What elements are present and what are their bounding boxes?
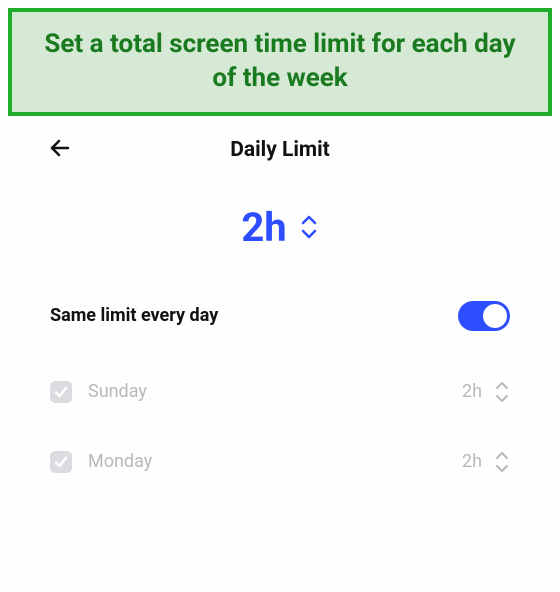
callout-text: Set a total screen time limit for each d… bbox=[44, 29, 515, 93]
day-label: Sunday bbox=[88, 381, 462, 402]
daily-limit-picker[interactable]: 2h bbox=[48, 204, 512, 251]
day-row-monday: Monday 2h bbox=[48, 427, 512, 497]
day-value: 2h bbox=[462, 451, 482, 472]
check-icon bbox=[54, 385, 68, 399]
day-label: Monday bbox=[88, 451, 462, 472]
day-checkbox bbox=[50, 451, 72, 473]
instruction-callout: Set a total screen time limit for each d… bbox=[8, 8, 552, 116]
back-button[interactable] bbox=[48, 136, 72, 164]
stepper-icon bbox=[494, 379, 510, 405]
same-limit-label: Same limit every day bbox=[50, 305, 218, 326]
stepper-icon bbox=[299, 212, 319, 242]
day-checkbox bbox=[50, 381, 72, 403]
arrow-left-icon bbox=[48, 136, 72, 160]
limit-value: 2h bbox=[241, 204, 286, 251]
day-value: 2h bbox=[462, 381, 482, 402]
same-limit-row: Same limit every day bbox=[48, 293, 512, 357]
same-limit-toggle[interactable] bbox=[458, 301, 510, 331]
daily-limit-screen: Daily Limit 2h Same limit every day Sund… bbox=[8, 120, 552, 497]
stepper-icon bbox=[494, 449, 510, 475]
page-title: Daily Limit bbox=[48, 138, 512, 162]
day-row-sunday: Sunday 2h bbox=[48, 357, 512, 427]
check-icon bbox=[54, 455, 68, 469]
header: Daily Limit bbox=[48, 130, 512, 170]
